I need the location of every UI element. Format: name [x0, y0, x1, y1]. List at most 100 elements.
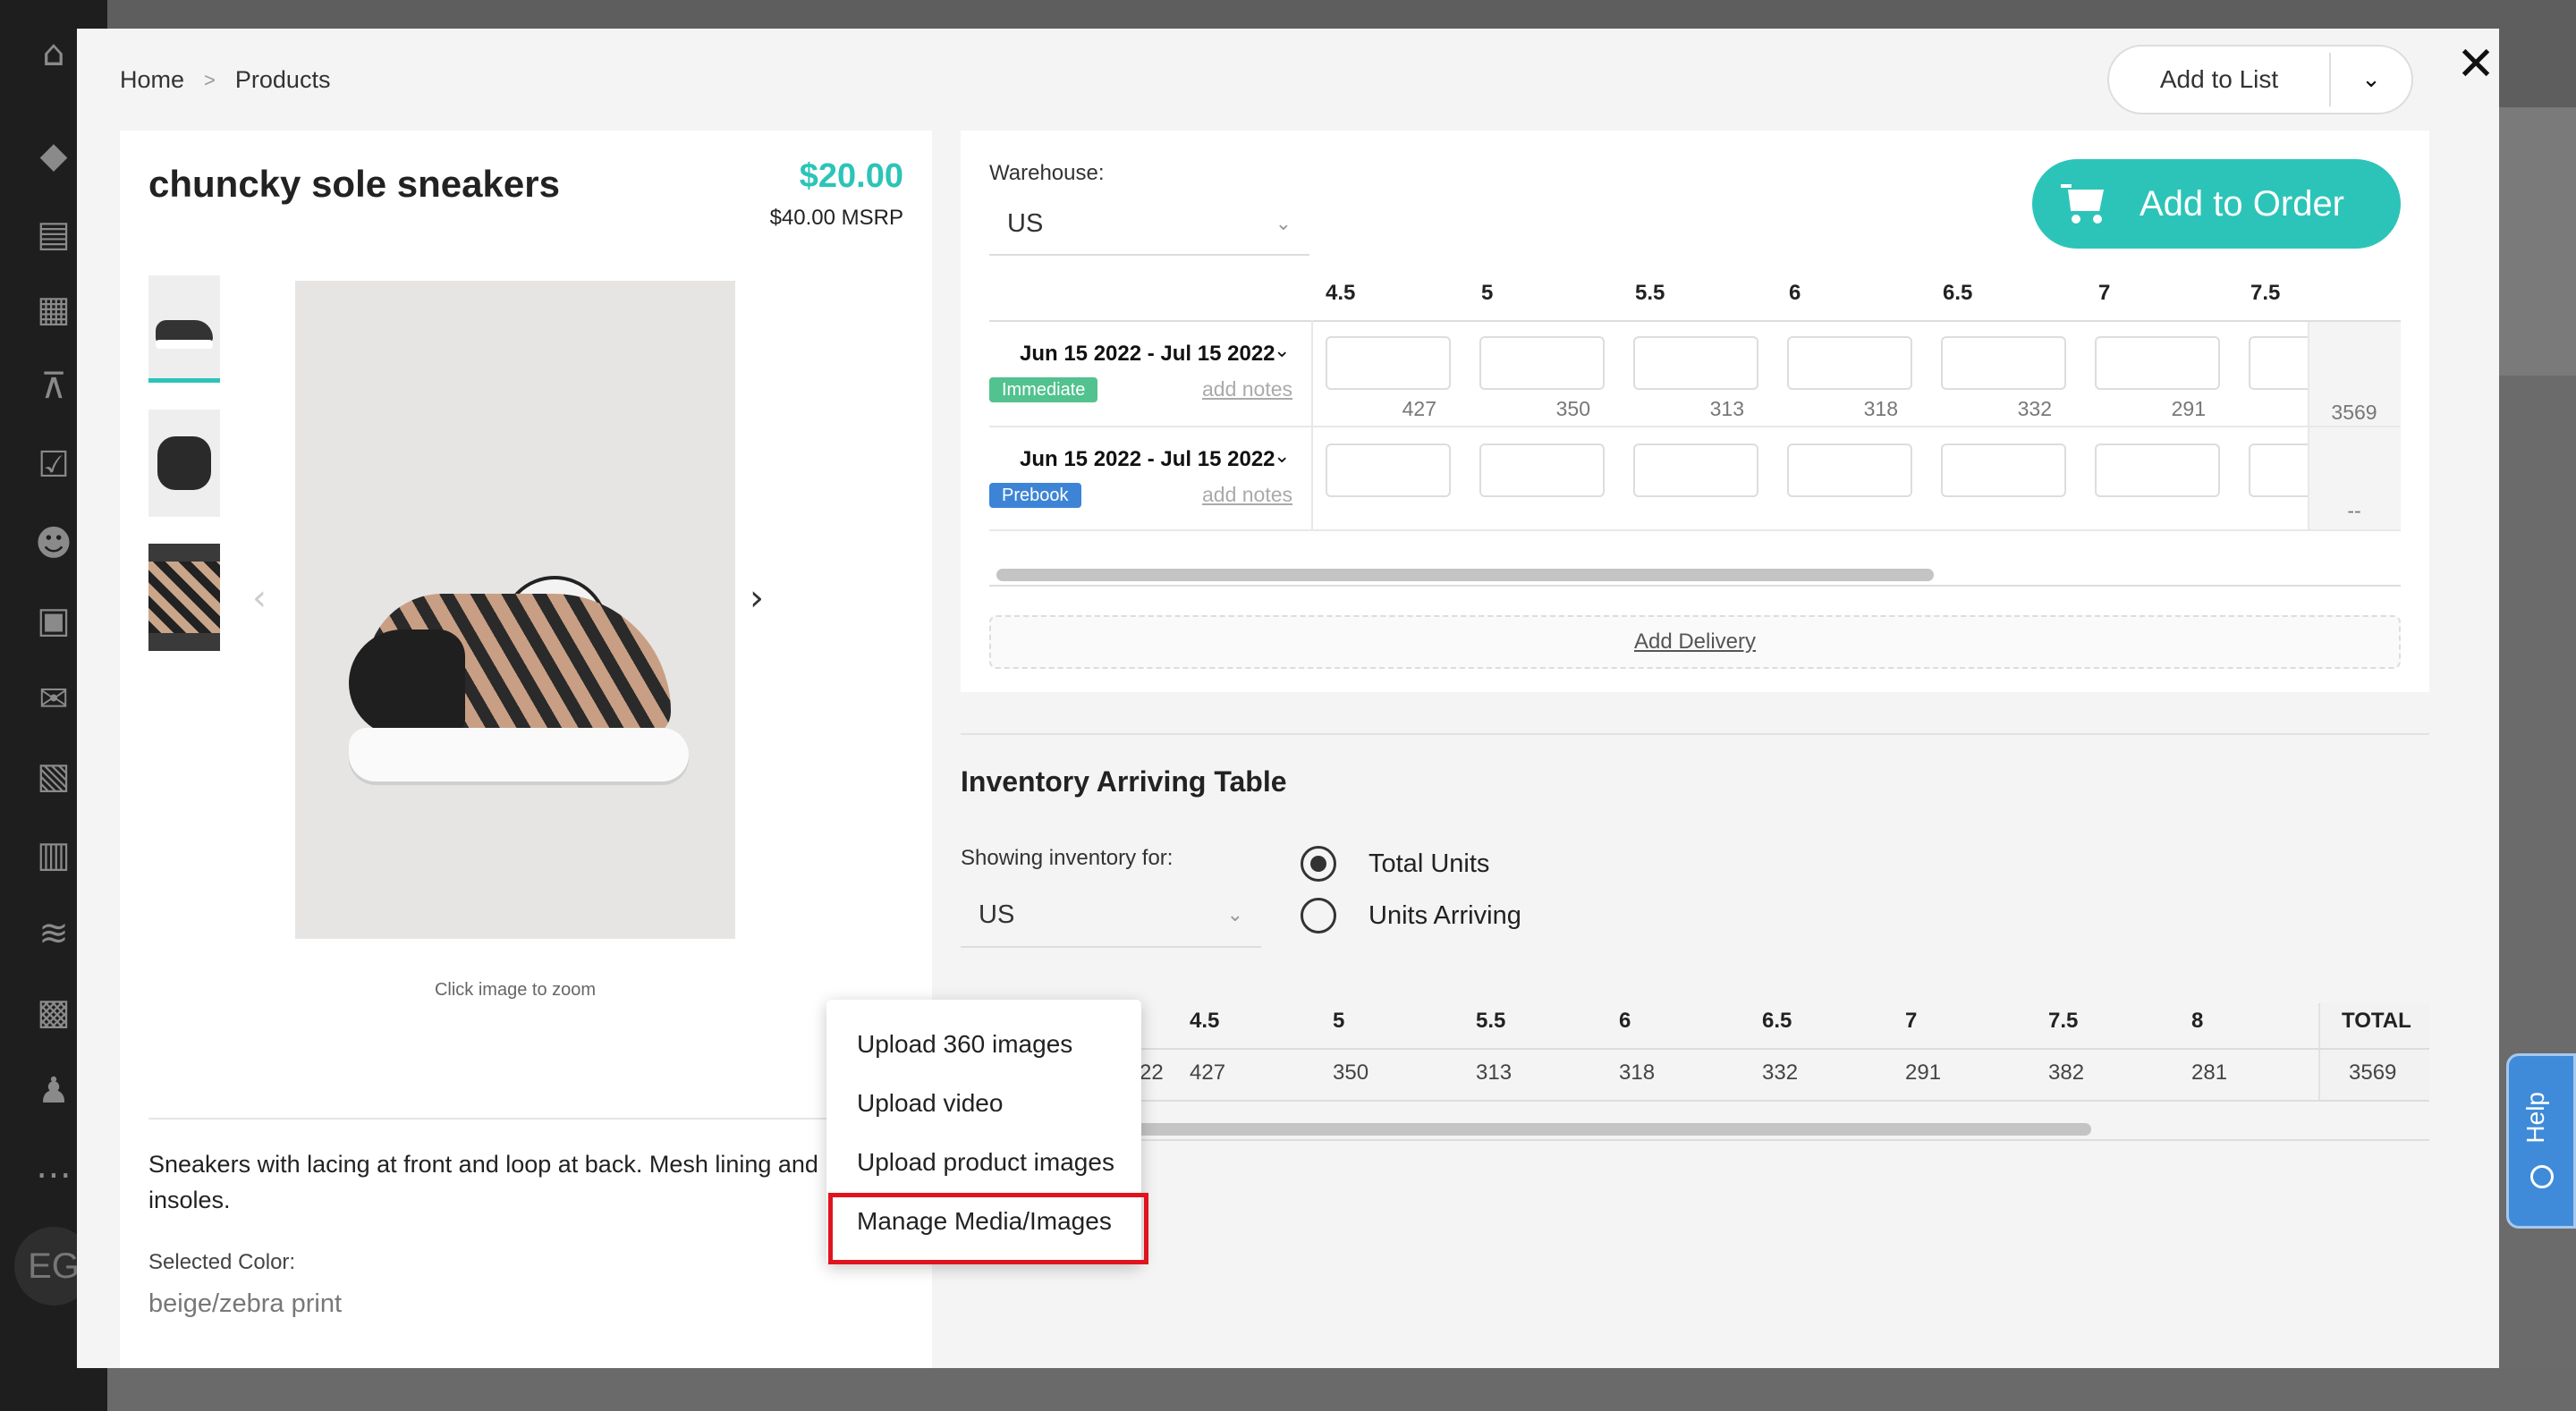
qty-input[interactable]	[1941, 336, 2066, 390]
scrollbar-thumb[interactable]	[996, 569, 1934, 581]
person-icon[interactable]: ♟	[32, 1069, 75, 1112]
size-header: 7.5	[2250, 281, 2281, 305]
add-to-list-button[interactable]: Add to List ⌄	[2107, 45, 2413, 114]
store-icon[interactable]: ▩	[32, 991, 75, 1034]
more-icon[interactable]: ⋯	[32, 1153, 75, 1196]
radio-unselected-icon[interactable]	[1301, 898, 1336, 934]
inventory-cell: 313	[1476, 1060, 1513, 1085]
page-title: chuncky sole sneakers	[148, 163, 560, 205]
size-header: 7	[2098, 281, 2111, 305]
available-qty: 427	[1402, 397, 1436, 420]
qty-input[interactable]	[1633, 444, 1758, 497]
menu-item-upload-product-images[interactable]: Upload product images	[857, 1148, 1114, 1177]
background-panel	[2496, 107, 2576, 376]
breadcrumb-current[interactable]: Products	[235, 66, 331, 94]
qty-input[interactable]	[2095, 444, 2220, 497]
thumbnail-3[interactable]	[148, 544, 220, 651]
status-badge: Immediate	[989, 377, 1098, 402]
warehouse-select[interactable]: US ⌄	[989, 193, 1309, 256]
row-total: --	[2347, 499, 2361, 522]
qty-input[interactable]	[1479, 336, 1605, 390]
mail-icon[interactable]: ✉	[32, 678, 75, 721]
warehouse-label: Warehouse:	[989, 161, 1105, 185]
inventory-cell: 382	[2048, 1060, 2085, 1085]
checklist-icon[interactable]: ☑	[32, 444, 75, 486]
order-grid-scrollbar[interactable]	[989, 563, 2401, 587]
qty-input[interactable]	[2249, 444, 2308, 497]
catalog-icon[interactable]: ▤	[32, 213, 75, 256]
warehouse-value: US	[1007, 208, 1044, 238]
inventory-title: Inventory Arriving Table	[961, 765, 1287, 798]
chevron-down-icon: ⌄	[1226, 903, 1243, 926]
divider	[148, 1118, 903, 1120]
inventory-header: 5.5	[1476, 1009, 1506, 1033]
inventory-cell-total: 3569	[2349, 1060, 2397, 1085]
background-product-strip	[107, 1368, 2576, 1411]
chevron-left-icon[interactable]: ‹	[252, 578, 267, 619]
qty-input[interactable]	[1941, 444, 2066, 497]
chevron-right-icon[interactable]: ›	[750, 578, 764, 619]
inventory-warehouse-select[interactable]: US ⌄	[961, 883, 1261, 948]
radio-units-arriving[interactable]: Units Arriving	[1301, 898, 1521, 934]
size-header: 5	[1481, 281, 1494, 305]
add-to-list-label[interactable]: Add to List	[2109, 53, 2331, 106]
menu-item-upload-video[interactable]: Upload video	[857, 1089, 1003, 1118]
add-delivery-button[interactable]: Add Delivery	[989, 615, 2401, 669]
users-icon[interactable]: ☻	[32, 522, 75, 565]
breadcrumb-home[interactable]: Home	[120, 66, 184, 94]
delivery-dates: Jun 15 2022 - Jul 15 2022	[1020, 447, 1275, 471]
selected-color-label: Selected Color:	[148, 1250, 296, 1274]
image-icon[interactable]: ▧	[32, 755, 75, 798]
handshake-icon[interactable]: ≋	[32, 912, 75, 955]
add-to-order-label: Add to Order	[2140, 183, 2345, 224]
inventory-warehouse-value: US	[979, 900, 1015, 929]
help-button[interactable]: Help	[2506, 1053, 2576, 1229]
presentation-icon[interactable]: ⊼	[32, 365, 75, 408]
qty-input[interactable]	[2249, 336, 2308, 390]
available-qty: 332	[2017, 397, 2052, 420]
inventory-cell: 427	[1190, 1060, 1226, 1085]
tag-icon[interactable]: ◆	[32, 134, 75, 177]
cart-icon	[2061, 184, 2107, 224]
product-price: $20.00	[799, 157, 903, 195]
box-icon[interactable]: ▣	[32, 599, 75, 642]
product-description: Sneakers with lacing at front and loop a…	[148, 1151, 818, 1213]
chevron-down-icon[interactable]: ⌄	[1274, 445, 1290, 468]
available-qty: 313	[1709, 397, 1744, 420]
list-icon[interactable]: ▦	[32, 288, 75, 331]
help-label: Help	[2521, 1092, 2549, 1144]
chevron-down-icon[interactable]: ⌄	[1274, 340, 1290, 362]
add-to-order-button[interactable]: Add to Order	[2032, 159, 2401, 249]
inventory-cell: 350	[1333, 1060, 1369, 1085]
size-header: 6	[1789, 281, 1801, 305]
radio-total-units[interactable]: Total Units	[1301, 846, 1489, 882]
close-icon[interactable]: ✕	[2451, 39, 2501, 89]
radio-selected-icon[interactable]	[1301, 846, 1336, 882]
product-msrp: $40.00 MSRP	[769, 206, 903, 230]
add-notes-link[interactable]: add notes	[1202, 377, 1292, 401]
qty-input[interactable]	[1787, 444, 1912, 497]
thumbnail-1[interactable]	[148, 275, 220, 383]
thumbnail-2[interactable]	[148, 410, 220, 517]
size-header: 5.5	[1635, 281, 1665, 305]
sneaker-image	[349, 576, 689, 782]
order-card: Warehouse: US ⌄ Add to Order 4.5 5 5.5 6…	[961, 131, 2429, 692]
inventory-scrollbar[interactable]	[961, 1118, 2429, 1141]
chevron-down-icon[interactable]: ⌄	[2331, 66, 2411, 93]
breadcrumb: Home > Products	[120, 66, 330, 94]
product-main-image[interactable]	[295, 281, 735, 939]
qty-input[interactable]	[2095, 336, 2220, 390]
home-icon[interactable]: ⌂	[32, 32, 75, 75]
inventory-header: 6	[1619, 1009, 1631, 1033]
qty-input[interactable]	[1326, 444, 1451, 497]
qty-input[interactable]	[1633, 336, 1758, 390]
add-notes-link[interactable]: add notes	[1202, 483, 1292, 507]
qty-input[interactable]	[1787, 336, 1912, 390]
inventory-table: 4.5 5 5.5 6 6.5 7 7.5 8 TOTAL 22 427 350…	[961, 1003, 2429, 1102]
available-qty: 350	[1555, 397, 1590, 420]
menu-item-upload-360[interactable]: Upload 360 images	[857, 1030, 1072, 1059]
chart-icon[interactable]: ▥	[32, 833, 75, 876]
radio-label: Units Arriving	[1368, 900, 1521, 930]
qty-input[interactable]	[1326, 336, 1451, 390]
qty-input[interactable]	[1479, 444, 1605, 497]
